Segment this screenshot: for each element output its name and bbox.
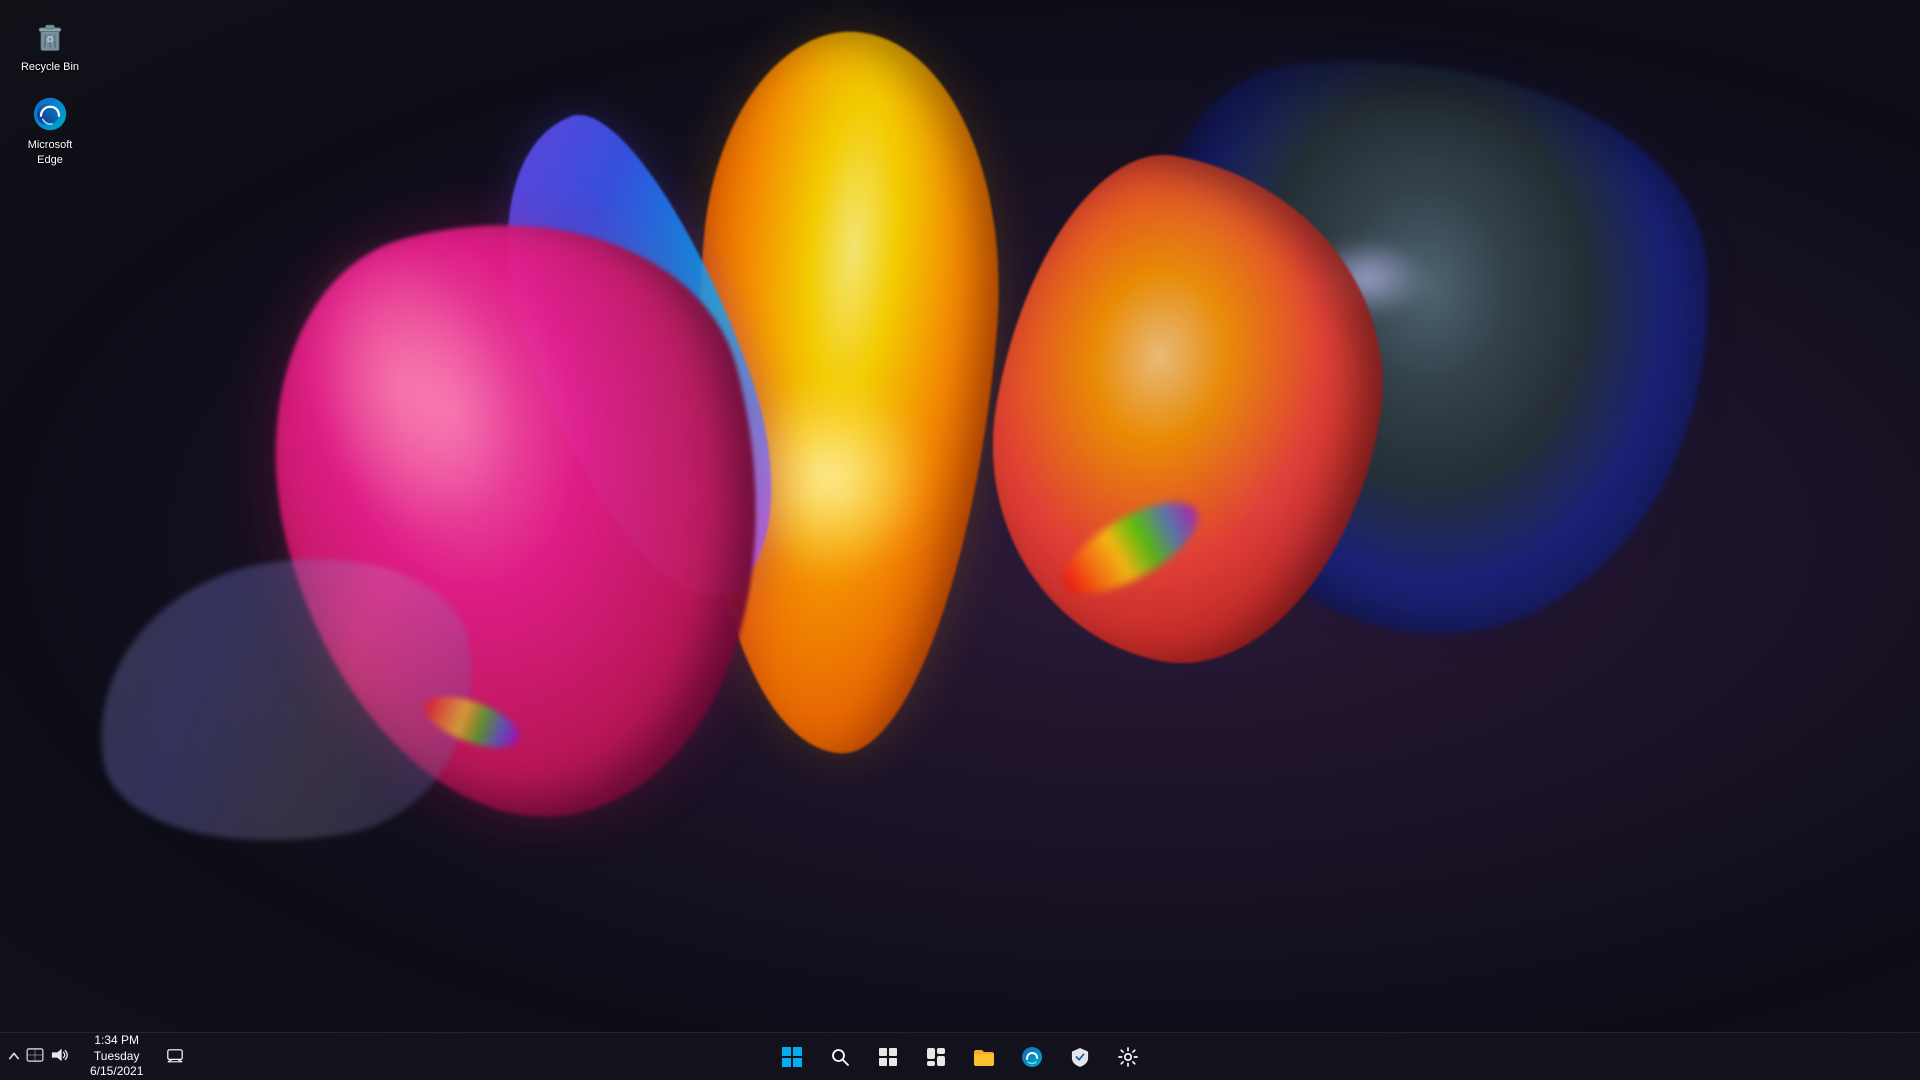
clock-date: 6/15/2021 [90, 1064, 143, 1080]
settings-button[interactable] [1106, 1035, 1150, 1079]
file-explorer-button[interactable] [962, 1035, 1006, 1079]
volume-button[interactable] [50, 1047, 68, 1066]
taskbar: 1:34 PM Tuesday 6/15/2021 [0, 1032, 1920, 1080]
edge-label: Microsoft Edge [14, 138, 86, 167]
taskbar-center [770, 1035, 1150, 1079]
edge-image [30, 94, 70, 134]
task-view-button[interactable] [866, 1035, 910, 1079]
system-tray: 1:34 PM Tuesday 6/15/2021 [0, 1033, 201, 1080]
start-button[interactable] [770, 1035, 814, 1079]
clock[interactable]: 1:34 PM Tuesday 6/15/2021 [78, 1033, 155, 1080]
tray-icons [0, 1047, 76, 1066]
clock-day: Tuesday [94, 1049, 140, 1065]
input-indicator-button[interactable] [26, 1048, 44, 1065]
widgets-button[interactable] [914, 1035, 958, 1079]
clock-time: 1:34 PM [94, 1033, 139, 1049]
desktop-icons: ♻ Recycle Bin [0, 0, 100, 183]
recycle-bin-label: Recycle Bin [21, 60, 79, 74]
recycle-bin-icon[interactable]: ♻ Recycle Bin [10, 10, 90, 80]
wallpaper-shapes [0, 0, 1920, 1080]
security-button[interactable] [1058, 1035, 1102, 1079]
notifications-button[interactable] [157, 1035, 193, 1079]
search-button[interactable] [818, 1035, 862, 1079]
edge-desktop-icon[interactable]: Microsoft Edge [10, 88, 90, 173]
svg-text:♻: ♻ [46, 34, 54, 44]
desktop: ♻ Recycle Bin [0, 0, 1920, 1080]
recycle-bin-image: ♻ [30, 16, 70, 56]
edge-taskbar-button[interactable] [1010, 1035, 1054, 1079]
show-hidden-icons-button[interactable] [8, 1049, 20, 1064]
